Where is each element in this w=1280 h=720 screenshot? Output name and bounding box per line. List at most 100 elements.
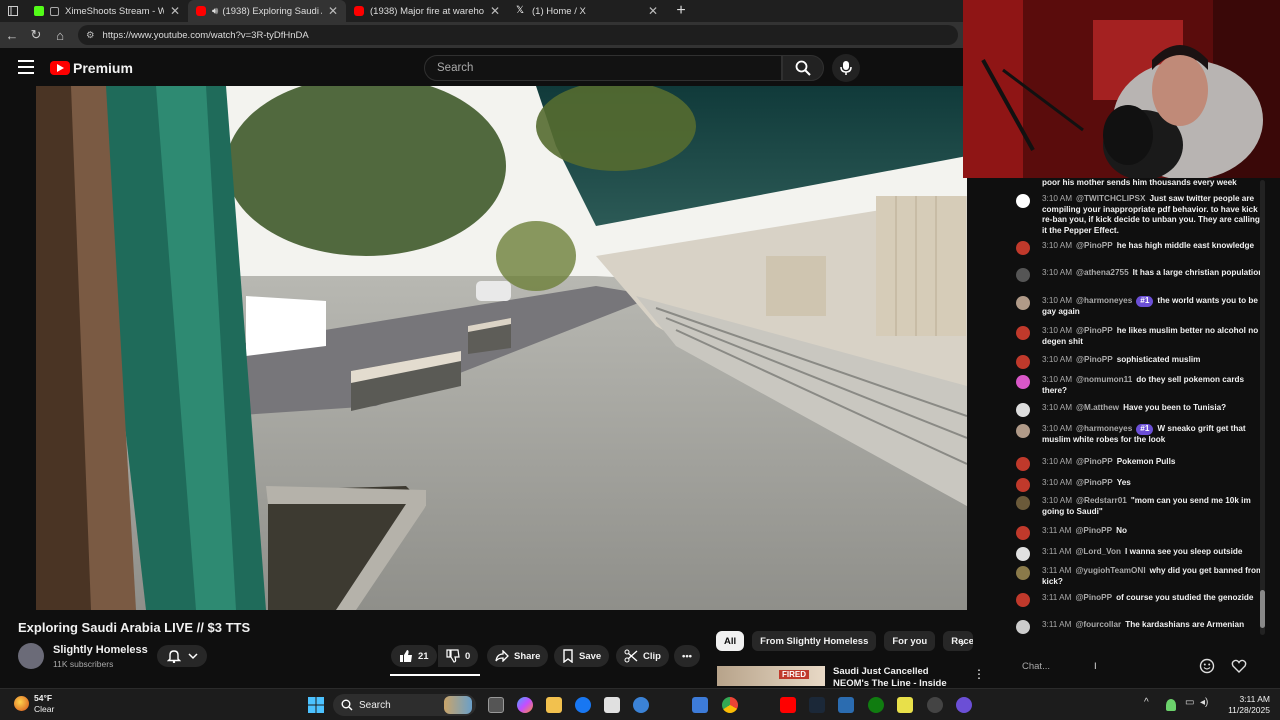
chat-avatar[interactable]: [1016, 478, 1030, 492]
youtube-app-icon[interactable]: [780, 697, 796, 713]
browser-tab-youtube-saudi[interactable]: 🔊︎ (1938) Exploring Saudi Arabia ✕: [188, 0, 346, 22]
like-button[interactable]: 21: [391, 645, 437, 667]
chat-username[interactable]: @PinoPP: [1076, 355, 1113, 364]
chip-for-you[interactable]: For you: [884, 631, 936, 651]
chat-avatar[interactable]: [1016, 457, 1030, 471]
copilot-icon[interactable]: [517, 697, 533, 713]
save-button[interactable]: Save: [554, 645, 610, 667]
chat-username[interactable]: @yugiohTeamONI: [1075, 566, 1145, 575]
chat-username[interactable]: @harmoneyes: [1076, 296, 1132, 305]
chat-avatar[interactable]: [1016, 424, 1030, 438]
chat-username[interactable]: @TWITCHCLIPSX: [1076, 194, 1145, 203]
video-player[interactable]: [36, 86, 967, 610]
chat-input[interactable]: Chat... I: [1012, 656, 1192, 676]
chat-username[interactable]: @athena2755: [1076, 268, 1129, 277]
file-explorer-icon[interactable]: [546, 697, 562, 713]
chat-avatar[interactable]: [1016, 355, 1030, 369]
channel-avatar[interactable]: [18, 643, 44, 669]
close-tab-icon[interactable]: ✕: [328, 4, 338, 18]
chip-recent[interactable]: Rece: [943, 631, 974, 651]
search-input[interactable]: Search: [424, 55, 782, 81]
chat-avatar[interactable]: [1016, 526, 1030, 540]
chrome-icon[interactable]: [722, 697, 738, 713]
chat-avatar[interactable]: [1016, 566, 1030, 580]
new-tab-button[interactable]: +: [666, 2, 696, 20]
channel-name[interactable]: Slightly Homeless: [53, 644, 148, 656]
address-bar[interactable]: ⚙ https://www.youtube.com/watch?v=3R-tyD…: [78, 25, 958, 45]
chat-username[interactable]: @PinoPP: [1076, 478, 1113, 487]
chat-avatar[interactable]: [1016, 403, 1030, 417]
chat-username[interactable]: @harmoneyes: [1076, 424, 1132, 433]
emoji-button[interactable]: [1199, 658, 1215, 679]
amazon-icon[interactable]: [604, 697, 620, 713]
chat-avatar[interactable]: [1016, 593, 1030, 607]
chat-username[interactable]: @PinoPP: [1076, 241, 1113, 250]
browser-tab-x[interactable]: 𝕏 (1) Home / X ✕: [508, 0, 666, 22]
youtube-premium-logo[interactable]: Premium: [50, 60, 133, 76]
recommendation-thumbnail[interactable]: FIRED: [717, 666, 825, 686]
dislike-button[interactable]: 0: [438, 645, 479, 667]
settings-gear-icon[interactable]: [927, 697, 943, 713]
close-tab-icon[interactable]: ✕: [648, 4, 658, 18]
more-vertical-icon[interactable]: ⋮: [973, 667, 985, 681]
browser-tab-kick[interactable]: XimeShoots Stream - Watch ✕: [26, 0, 188, 22]
chevron-up-icon[interactable]: ^: [1144, 697, 1149, 708]
chat-username[interactable]: @Redstarr01: [1076, 496, 1127, 505]
chat-avatar[interactable]: [1016, 496, 1030, 510]
site-info-icon[interactable]: ⚙: [86, 30, 95, 41]
share-button[interactable]: Share: [487, 645, 549, 667]
volume-icon[interactable]: ◂): [1200, 697, 1208, 708]
obs-icon[interactable]: [956, 697, 972, 713]
clip-button[interactable]: Clip: [616, 645, 669, 667]
menu-icon[interactable]: [18, 60, 34, 74]
tab-actions-icon[interactable]: [0, 6, 26, 16]
chat-avatar[interactable]: [1016, 268, 1030, 282]
chat-username[interactable]: @PinoPP: [1075, 526, 1112, 535]
calculator-icon[interactable]: [692, 697, 708, 713]
chat-avatar[interactable]: [1016, 547, 1030, 561]
more-actions-button[interactable]: •••: [674, 645, 700, 667]
chat-avatar[interactable]: [1016, 620, 1030, 634]
chat-avatar[interactable]: [1016, 241, 1030, 255]
search-button[interactable]: [782, 55, 824, 81]
chat-username[interactable]: @fourcollar: [1075, 620, 1121, 629]
chat-avatar[interactable]: [1016, 296, 1030, 310]
recommendation-title[interactable]: Saudi Just Cancelled NEOM's The Line - I…: [833, 666, 963, 688]
vpn-icon[interactable]: [838, 697, 854, 713]
reload-icon[interactable]: ↻: [24, 27, 48, 43]
chat-scrollbar-track[interactable]: [1260, 180, 1265, 635]
facebook-icon[interactable]: [575, 697, 591, 713]
chevron-right-icon[interactable]: ›: [960, 635, 964, 650]
chat-username[interactable]: @PinoPP: [1075, 593, 1112, 602]
xbox-icon[interactable]: [868, 697, 884, 713]
chat-username[interactable]: @PinoPP: [1076, 326, 1113, 335]
chat-username[interactable]: @M.atthew: [1076, 403, 1119, 412]
network-icon[interactable]: ▭: [1185, 697, 1194, 708]
chat-scrollbar-thumb[interactable]: [1260, 590, 1265, 628]
windows-start-icon[interactable]: [308, 697, 324, 713]
weather-widget[interactable]: 54°F Clear: [14, 693, 54, 715]
chat-avatar[interactable]: [1016, 375, 1030, 389]
subscription-bell-button[interactable]: [157, 645, 207, 667]
system-clock[interactable]: 3:11 AM 11/28/2025: [1212, 694, 1270, 716]
back-arrow-icon[interactable]: ←: [0, 28, 24, 43]
chip-all[interactable]: All: [716, 631, 745, 651]
edge-icon[interactable]: [633, 697, 649, 713]
chat-username[interactable]: @PinoPP: [1076, 457, 1113, 466]
microphone-tray-icon[interactable]: [1166, 699, 1176, 711]
close-tab-icon[interactable]: ✕: [490, 4, 500, 18]
chat-avatar[interactable]: [1016, 326, 1030, 340]
chip-from-channel[interactable]: From Slightly Homeless: [752, 631, 877, 651]
steam-icon[interactable]: [809, 697, 825, 713]
voice-search-button[interactable]: [832, 54, 860, 82]
notes-icon[interactable]: [897, 697, 913, 713]
heart-button[interactable]: [1231, 658, 1247, 679]
home-icon[interactable]: ⌂: [48, 28, 72, 43]
chat-username[interactable]: @nomumon11: [1076, 375, 1132, 384]
chat-username[interactable]: @Lord_Von: [1075, 547, 1121, 556]
chat-avatar[interactable]: [1016, 194, 1030, 208]
taskbar-search[interactable]: Search: [333, 694, 476, 716]
browser-tab-youtube-fire[interactable]: (1938) Major fire at warehouses d ✕: [346, 0, 508, 22]
task-view-icon[interactable]: [488, 697, 504, 713]
close-tab-icon[interactable]: ✕: [170, 4, 180, 18]
